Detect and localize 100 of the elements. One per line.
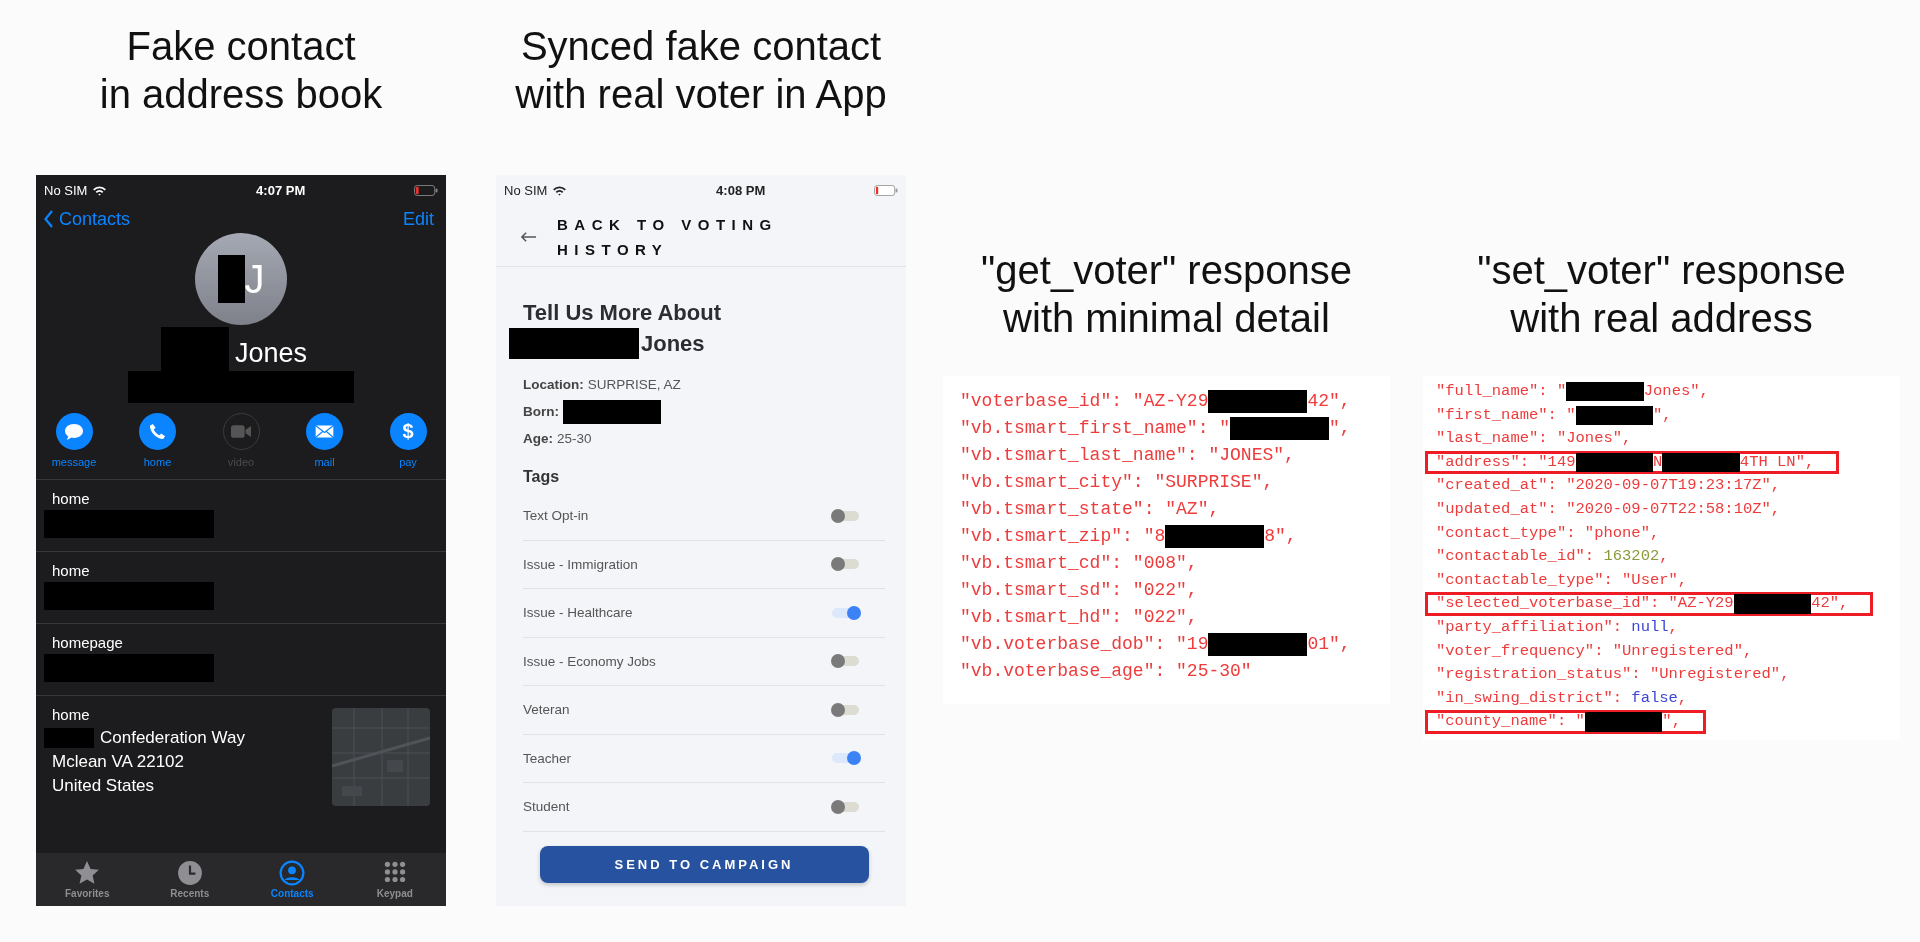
code-text: "party_affiliation": [1436, 616, 1623, 638]
tag-label: Teacher [523, 750, 572, 766]
code-text: , [1668, 616, 1678, 638]
field-value: Confederation Way [100, 727, 245, 749]
back-link[interactable]: BACK TO VOTING HISTORY [557, 212, 817, 262]
code-text: "first_name": " [1436, 404, 1576, 426]
toggle-switch[interactable] [832, 559, 859, 570]
field-value: United States [52, 775, 155, 797]
caption: Fake contact in address book [99, 23, 383, 118]
detail-value: SURPRISE, AZ [587, 377, 681, 392]
caption: "get_voter" response with minimal detail [981, 247, 1352, 342]
detail-value: 25-30 [557, 431, 592, 446]
code-text: "voterbase_id": "AZ-Y29 [960, 390, 1209, 413]
action-button[interactable]: home [129, 413, 186, 479]
toggle-switch[interactable] [832, 656, 859, 667]
section-heading: Tags [523, 468, 561, 487]
code-text: "vb.voterbase_dob": "19 [960, 633, 1209, 656]
code-text: "registration_status": "Unregistered", [1436, 664, 1790, 686]
time-text: 4:08 PM [716, 182, 766, 198]
edit-link[interactable]: Edit [402, 208, 434, 230]
code-text: "contact_type": "phone", [1436, 522, 1660, 544]
code-text: "vb.tsmart_sd": "022", [960, 579, 1198, 602]
code-text: "voter_frequency": "Unregistered", [1436, 640, 1753, 662]
action-button[interactable]: mail [296, 413, 353, 479]
message-icon [64, 422, 84, 441]
code-text: "vb.tsmart_last_name": "JONES", [960, 444, 1295, 467]
code-text: "created_at": "2020-09-07T19:23:17Z", [1436, 475, 1781, 497]
time-text: 4:07 PM [256, 182, 306, 198]
code-text: 8", [1264, 525, 1297, 548]
tag-label: Veteran [523, 702, 570, 718]
detail-label: Born: [523, 404, 559, 419]
code-text: "vb.tsmart_hd": "022", [960, 606, 1198, 629]
toggle-switch[interactable] [832, 607, 859, 618]
field-label: home [51, 706, 91, 723]
detail-label: Location: [523, 377, 584, 392]
code-text: null [1631, 616, 1669, 638]
code-text: 01", [1307, 633, 1351, 656]
code-text: N [1653, 451, 1663, 473]
tag-label: Text Opt-in [523, 508, 589, 524]
code-text: "last_name": "Jones", [1436, 428, 1632, 450]
code-text: false [1631, 687, 1678, 709]
caption: "set_voter" response with real address [1477, 247, 1846, 342]
avatar-initial: J [244, 256, 265, 302]
toggle-switch[interactable] [832, 510, 859, 521]
field-label: homepage [51, 634, 124, 651]
tag-label: Student [523, 799, 570, 815]
code-text: Jones", [1643, 381, 1709, 402]
field-label: home [51, 562, 91, 579]
mail-icon [315, 425, 334, 438]
tab[interactable]: Recents [149, 860, 230, 899]
code-text: "updated_at": "2020-09-07T22:58:10Z", [1436, 498, 1781, 520]
code-text: "vb.tsmart_zip": "8 [960, 525, 1166, 548]
code-text: "county_name": " [1436, 711, 1585, 733]
code-text: 4TH LN", [1739, 451, 1815, 473]
battery-icon [414, 184, 438, 196]
code-text: ", [1653, 404, 1672, 426]
code-text: "address": "149 [1436, 451, 1576, 473]
action-button[interactable]: message [46, 413, 102, 479]
tab[interactable]: Contacts [252, 860, 333, 899]
redaction-bar [44, 728, 94, 748]
code-text: "vb.tsmart_cd": "008", [960, 552, 1198, 575]
page-title: Jones [641, 330, 705, 358]
toggle-switch[interactable] [832, 704, 859, 715]
caption: Synced fake contact with real voter in App [515, 23, 887, 118]
code-text: "full_name": " [1436, 381, 1567, 402]
action-button[interactable]: $ pay [380, 413, 436, 479]
code-text: "selected_voterbase_id": "AZ-Y29 [1436, 593, 1734, 615]
code-text: "vb.tsmart_state": "AZ", [960, 498, 1220, 521]
send-button[interactable]: SEND TO CAMPAIGN [539, 845, 869, 883]
code-text: "vb.voterbase_age": "25-30" [960, 660, 1252, 683]
video-camera-icon [231, 425, 251, 438]
redaction-bar [217, 255, 245, 303]
back-link[interactable]: Contacts [44, 208, 131, 230]
code-text: "vb.tsmart_city": "SURPRISE", [960, 471, 1274, 494]
carrier-text: No SIM [504, 182, 548, 198]
tab[interactable]: Keypad [354, 860, 435, 899]
toggle-switch[interactable] [832, 801, 859, 812]
detail-label: Age: [523, 431, 553, 446]
field-label: home [51, 490, 91, 507]
battery-icon [874, 184, 898, 196]
tag-label: Issue - Economy Jobs [523, 653, 656, 669]
field-value: Mclean VA 22102 [52, 751, 184, 773]
code-text: "contactable_id": [1436, 546, 1595, 568]
star-icon [74, 860, 101, 886]
code-text: 42", [1307, 390, 1351, 413]
code-text: "in_swing_district": [1436, 687, 1623, 709]
page-title: Tell Us More About [523, 299, 721, 327]
code-text: , [1659, 546, 1669, 568]
wifi-icon [552, 184, 568, 196]
tab[interactable]: Favorites [47, 860, 128, 899]
tag-label: Issue - Healthcare [523, 605, 633, 621]
back-arrow-icon[interactable] [520, 231, 537, 243]
code-text: 163202 [1603, 546, 1660, 568]
code-text: , [1677, 687, 1688, 709]
code-text: "contactable_type": "User", [1436, 569, 1688, 591]
chevron-left-icon [44, 210, 54, 228]
code-text: 42", [1811, 593, 1849, 615]
code-text: ", [1662, 711, 1681, 733]
contact-name: Jones [234, 337, 308, 369]
toggle-switch[interactable] [832, 753, 859, 764]
